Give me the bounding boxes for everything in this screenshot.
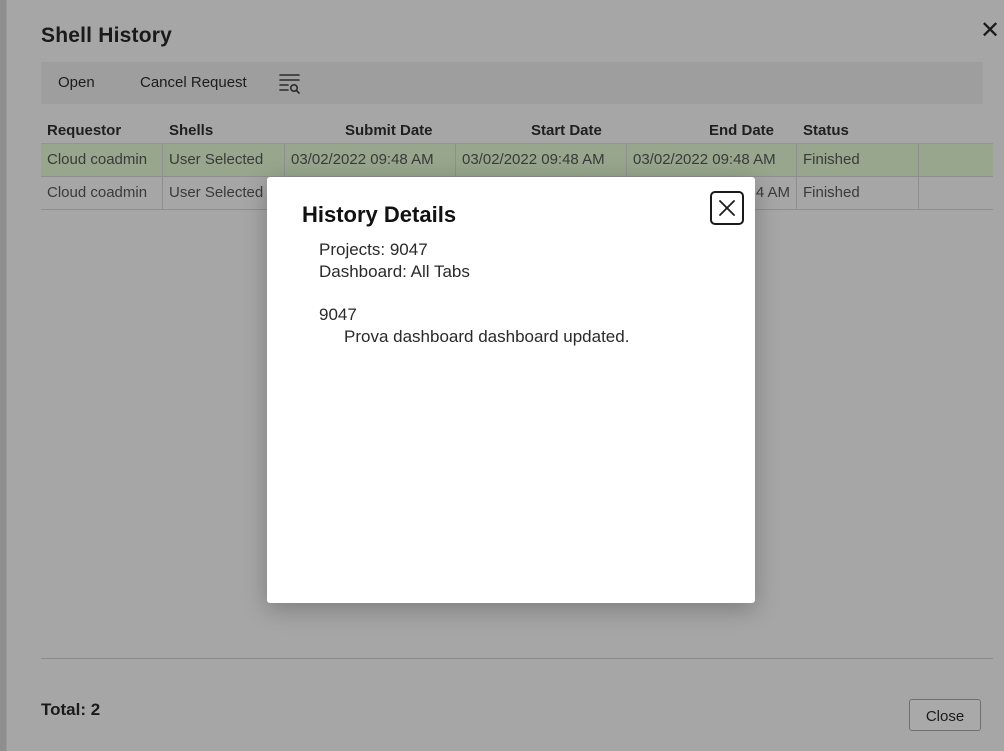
column-header-start-date[interactable]: Start Date: [531, 122, 602, 139]
cell-empty: [919, 144, 993, 176]
dialog-close-icon[interactable]: ✕: [977, 18, 1003, 44]
dashboard-line: Dashboard: All Tabs: [319, 262, 470, 281]
cell-status: Finished: [797, 177, 919, 209]
dialog-title: Shell History: [41, 24, 172, 47]
cancel-request-button[interactable]: Cancel Request: [140, 62, 247, 104]
cell-submit-date: 03/02/2022 09:48 AM: [285, 144, 456, 176]
column-header-shells[interactable]: Shells: [169, 122, 213, 139]
cell-empty: [919, 177, 993, 209]
cell-requestor: Cloud coadmin: [41, 177, 163, 209]
toolbar: Open Cancel Request: [41, 62, 983, 104]
project-message: Prova dashboard dashboard updated.: [344, 327, 630, 346]
list-search-icon[interactable]: [278, 71, 302, 95]
history-details-modal: History Details Projects: 9047 Dashboard…: [267, 177, 755, 603]
close-button[interactable]: Close: [909, 699, 981, 731]
total-count: Total: 2: [41, 700, 101, 719]
modal-body: Projects: 9047 Dashboard: All Tabs 9047 …: [319, 239, 629, 348]
close-icon: [719, 200, 735, 216]
column-header-status[interactable]: Status: [803, 122, 849, 139]
column-header-end-date[interactable]: End Date: [709, 122, 774, 139]
column-header-submit-date[interactable]: Submit Date: [345, 122, 433, 139]
open-button[interactable]: Open: [58, 62, 95, 104]
modal-title: History Details: [302, 202, 457, 227]
table-row[interactable]: Cloud coadmin User Selected 03/02/2022 0…: [41, 143, 993, 177]
project-id: 9047: [319, 305, 357, 324]
projects-line: Projects: 9047: [319, 240, 428, 259]
modal-close-button[interactable]: [710, 191, 744, 225]
cell-requestor: Cloud coadmin: [41, 144, 163, 176]
footer-divider: [41, 658, 993, 659]
column-header-requestor[interactable]: Requestor: [47, 122, 121, 139]
cell-status: Finished: [797, 144, 919, 176]
cell-end-date: 03/02/2022 09:48 AM: [627, 144, 797, 176]
cell-start-date: 03/02/2022 09:48 AM: [456, 144, 627, 176]
table-header: Requestor Shells Submit Date Start Date …: [41, 115, 993, 143]
cell-shells: User Selected: [163, 144, 285, 176]
